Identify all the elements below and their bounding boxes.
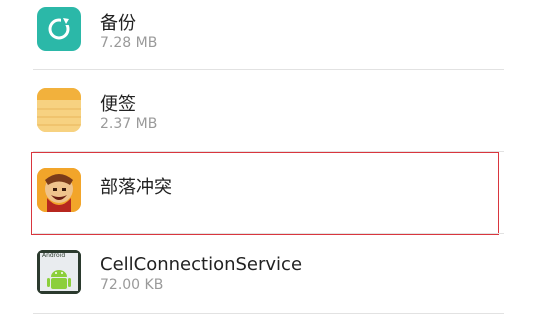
notes-icon — [37, 88, 81, 132]
backup-icon — [37, 7, 81, 51]
app-size: 7.28 MB — [100, 35, 158, 51]
app-size: 72.00 KB — [100, 277, 164, 293]
app-name: 备份 — [100, 13, 136, 34]
selection-highlight — [31, 152, 499, 235]
app-row-cellconnectionservice[interactable]: Android CellConnectionService 72.00 KB — [33, 234, 504, 315]
app-name: CellConnectionService — [100, 254, 303, 275]
app-size: 2.37 MB — [100, 116, 158, 132]
app-list-screen: 备份 7.28 MB 便签 2.37 MB 部落冲突 Android CellC… — [0, 0, 550, 331]
app-name: 便签 — [100, 94, 136, 115]
app-row-notes[interactable]: 便签 2.37 MB — [33, 70, 504, 151]
divider — [33, 313, 504, 314]
android-icon-label: Android — [42, 252, 66, 259]
android-icon: Android — [37, 250, 81, 294]
